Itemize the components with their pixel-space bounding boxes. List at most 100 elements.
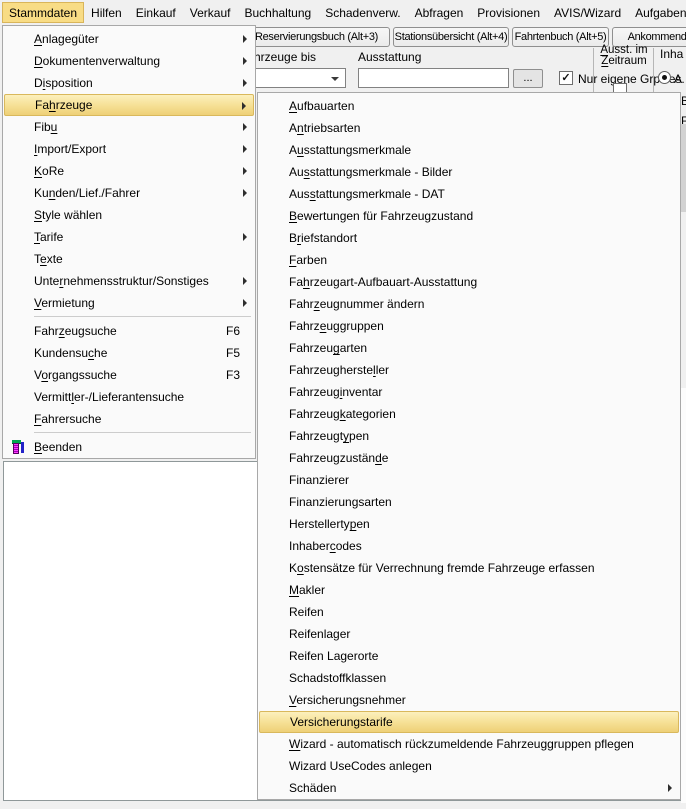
menubar-item-avis-wizard[interactable]: AVIS/Wizard — [547, 2, 628, 23]
menu-item-label: Versicherungstarife — [290, 715, 678, 729]
menu-item-herstellertypen[interactable]: Herstellertypen — [259, 513, 679, 535]
nur-eigene-grpres-checkbox[interactable] — [559, 71, 573, 85]
menubar-item-einkauf[interactable]: Einkauf — [129, 2, 183, 23]
inhaber-radio[interactable] — [658, 71, 671, 84]
menu-item-vermietung[interactable]: Vermietung — [4, 292, 254, 314]
menubar-item-stammdaten[interactable]: Stammdaten — [2, 2, 84, 23]
menu-item-fahrzeugsuche[interactable]: FahrzeugsucheF6 — [4, 320, 254, 342]
menu-item-ausstattungsmerkmale-bilder[interactable]: Ausstattungsmerkmale - Bilder — [259, 161, 679, 183]
menu-item-fahrzeugtypen[interactable]: Fahrzeugtypen — [259, 425, 679, 447]
menu-item-schadstoffklassen[interactable]: Schadstoffklassen — [259, 667, 679, 689]
menu-item-disposition[interactable]: Disposition — [4, 72, 254, 94]
menu-item-wizard-usecodes-anlegen[interactable]: Wizard UseCodes anlegen — [259, 755, 679, 777]
menu-item-fahrzeughersteller[interactable]: Fahrzeughersteller — [259, 359, 679, 381]
menu-item-fahrzeuginventar[interactable]: Fahrzeuginventar — [259, 381, 679, 403]
menu-item-makler[interactable]: Makler — [259, 579, 679, 601]
clipped-background-label: B — [681, 94, 686, 108]
client-area-fragment — [681, 388, 686, 803]
menu-item-label: Farben — [289, 253, 679, 267]
menu-item-label: Antriebsarten — [289, 121, 679, 135]
menu-item-inhabercodes[interactable]: Inhabercodes — [259, 535, 679, 557]
menu-item-ausstattungsmerkmale[interactable]: Ausstattungsmerkmale — [259, 139, 679, 161]
menu-item-fahrersuche[interactable]: Fahrersuche — [4, 408, 254, 430]
menu-item-texte[interactable]: Texte — [4, 248, 254, 270]
menu-item-import-export[interactable]: Import/Export — [4, 138, 254, 160]
menubar-item-provisionen[interactable]: Provisionen — [470, 2, 547, 23]
menu-item-beenden[interactable]: Beenden — [4, 436, 254, 458]
menu-item-label: Ausstattungsmerkmale — [289, 143, 679, 157]
submenu-arrow-icon — [243, 167, 247, 175]
menu-item-briefstandort[interactable]: Briefstandort — [259, 227, 679, 249]
shortcut-label: F5 — [226, 346, 254, 360]
menu-item-fahrzeugart-aufbauart-ausstattung[interactable]: Fahrzeugart-Aufbauart-Ausstattung — [259, 271, 679, 293]
menu-item-fahrzeuge[interactable]: Fahrzeuge — [4, 94, 254, 116]
menu-item-label: Schadstoffklassen — [289, 671, 679, 685]
tab-reservierungsbuch-alt-3[interactable]: Reservierungsbuch (Alt+3) — [243, 27, 390, 47]
menu-item-label: Fahrzeugkategorien — [289, 407, 679, 421]
scrollbar-fragment[interactable] — [681, 124, 686, 212]
menu-item-aufbauarten[interactable]: Aufbauarten — [259, 95, 679, 117]
menu-item-kundensuche[interactable]: KundensucheF5 — [4, 342, 254, 364]
menu-item-fahrzeugarten[interactable]: Fahrzeugarten — [259, 337, 679, 359]
menu-item-fibu[interactable]: Fibu — [4, 116, 254, 138]
menu-item-vermittler-lieferantensuche[interactable]: Vermittler-/Lieferantensuche — [4, 386, 254, 408]
menu-item-fahrzeuggruppen[interactable]: Fahrzeuggruppen — [259, 315, 679, 337]
menu-item-anlagegüter[interactable]: Anlagegüter — [4, 28, 254, 50]
menu-item-wizard-automatisch-rückzumeldende-fahrzeuggruppen-pflegen[interactable]: Wizard - automatisch rückzumeldende Fahr… — [259, 733, 679, 755]
menu-item-kunden-lief-fahrer[interactable]: Kunden/Lief./Fahrer — [4, 182, 254, 204]
menubar-item-buchhaltung[interactable]: Buchhaltung — [237, 2, 318, 23]
ausst-im-zeitraum-label: Ausst. im Zeitraum — [597, 45, 651, 67]
tab-stationsübersicht-alt-4[interactable]: Stationsübersicht (Alt+4) — [393, 27, 509, 47]
menu-item-fahrzeugkategorien[interactable]: Fahrzeugkategorien — [259, 403, 679, 425]
menu-item-label: Reifen — [289, 605, 679, 619]
tab-fahrtenbuch-alt-5[interactable]: Fahrtenbuch (Alt+5) — [512, 27, 609, 47]
menubar-item-verkauf[interactable]: Verkauf — [183, 2, 238, 23]
menubar-item-aufgaben[interactable]: Aufgaben — [628, 2, 686, 23]
menu-item-label: Anlagegüter — [34, 32, 254, 46]
menu-item-vorgangssuche[interactable]: VorgangssucheF3 — [4, 364, 254, 386]
shortcut-label: F6 — [226, 324, 254, 338]
menu-item-kostensätze-für-verrechnung-fremde-fahrzeuge-erfassen[interactable]: Kostensätze für Verrechnung fremde Fahrz… — [259, 557, 679, 579]
menu-item-bewertungen-für-fahrzeugzustand[interactable]: Bewertungen für Fahrzeugzustand — [259, 205, 679, 227]
menu-item-finanzierer[interactable]: Finanzierer — [259, 469, 679, 491]
menu-item-farben[interactable]: Farben — [259, 249, 679, 271]
menu-item-label: Import/Export — [34, 142, 254, 156]
menu-item-label: Schäden — [289, 781, 679, 795]
inhaber-label: Inha — [660, 47, 683, 61]
menu-item-unternehmensstruktur-sonstiges[interactable]: Unternehmensstruktur/Sonstiges — [4, 270, 254, 292]
menu-item-label: Disposition — [34, 76, 254, 90]
browse-button[interactable]: ... — [513, 69, 543, 88]
app-window: Reservierungsbuch (Alt+3)Stationsübersic… — [0, 0, 686, 809]
menubar-item-hilfen[interactable]: Hilfen — [84, 2, 129, 23]
ausstattung-input[interactable] — [358, 68, 509, 88]
menu-item-label: Ausstattungsmerkmale - Bilder — [289, 165, 679, 179]
menu-item-fahrzeugzustände[interactable]: Fahrzeugzustände — [259, 447, 679, 469]
menu-item-label: Wizard - automatisch rückzumeldende Fahr… — [289, 737, 679, 751]
menu-item-finanzierungsarten[interactable]: Finanzierungsarten — [259, 491, 679, 513]
menu-item-fahrzeugnummer-ändern[interactable]: Fahrzeugnummer ändern — [259, 293, 679, 315]
menu-item-label: Ausstattungsmerkmale - DAT — [289, 187, 679, 201]
menu-item-label: Kundensuche — [34, 346, 226, 360]
menu-item-label: Kunden/Lief./Fahrer — [34, 186, 254, 200]
submenu-arrow-icon — [242, 102, 246, 110]
menu-item-label: Fahrzeugarten — [289, 341, 679, 355]
menubar-item-abfragen[interactable]: Abfragen — [408, 2, 471, 23]
menu-item-dokumentenverwaltung[interactable]: Dokumentenverwaltung — [4, 50, 254, 72]
menu-item-versicherungstarife[interactable]: Versicherungstarife — [259, 711, 679, 733]
zeitraum-label-line2: Zeitraum — [597, 56, 651, 67]
menu-item-schäden[interactable]: Schäden — [259, 777, 679, 799]
menu-item-style-wählen[interactable]: Style wählen — [4, 204, 254, 226]
menu-item-ausstattungsmerkmale-dat[interactable]: Ausstattungsmerkmale - DAT — [259, 183, 679, 205]
menu-item-label: Fahrzeuggruppen — [289, 319, 679, 333]
menu-item-reifenlager[interactable]: Reifenlager — [259, 623, 679, 645]
menu-item-versicherungsnehmer[interactable]: Versicherungsnehmer — [259, 689, 679, 711]
menubar-item-schadenverw[interactable]: Schadenverw. — [318, 2, 407, 23]
menu-item-label: Fahrzeugsuche — [34, 324, 226, 338]
menu-item-reifen-lagerorte[interactable]: Reifen Lagerorte — [259, 645, 679, 667]
menu-item-kore[interactable]: KoRe — [4, 160, 254, 182]
menu-item-antriebsarten[interactable]: Antriebsarten — [259, 117, 679, 139]
menu-item-reifen[interactable]: Reifen — [259, 601, 679, 623]
menu-item-tarife[interactable]: Tarife — [4, 226, 254, 248]
submenu-arrow-icon — [243, 123, 247, 131]
menu-item-label: Fahrzeuginventar — [289, 385, 679, 399]
